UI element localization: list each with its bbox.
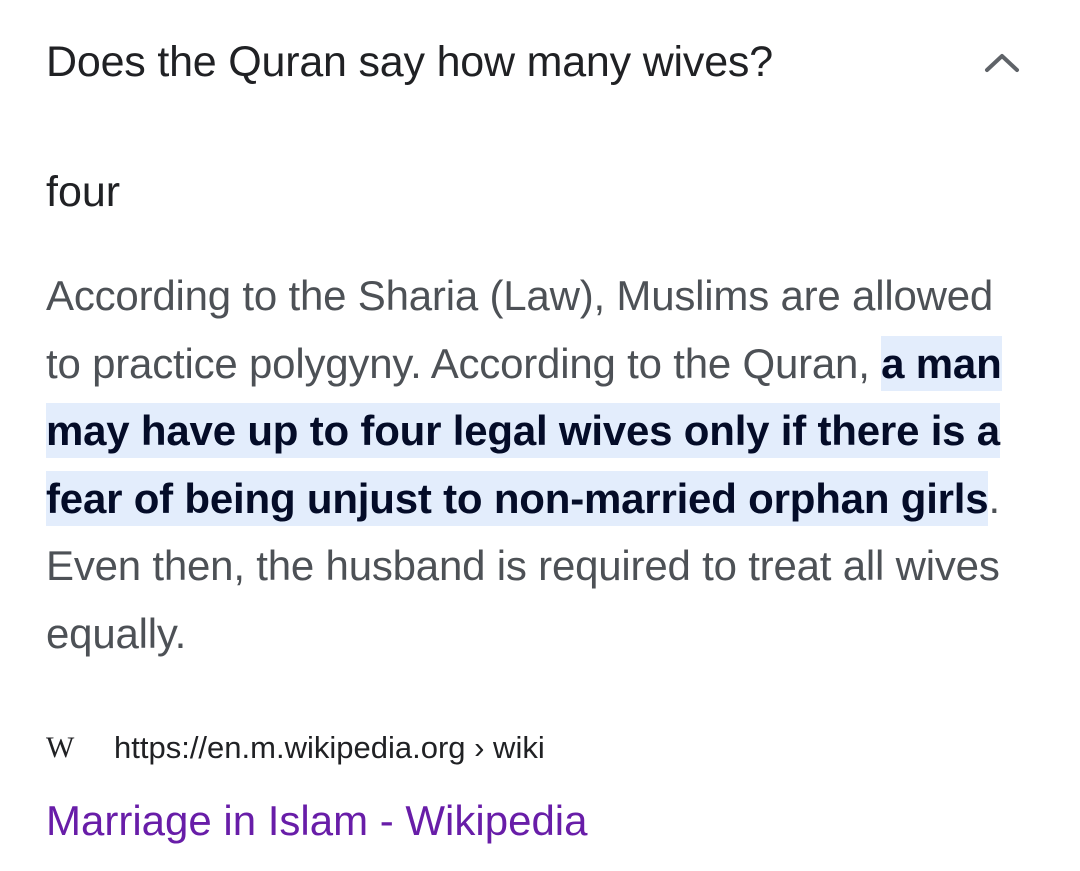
snippet-text-before: According to the Sharia (Law), Muslims a… [46,272,994,387]
source-url[interactable]: https://en.m.wikipedia.org › wiki [114,730,545,766]
answer-snippet: According to the Sharia (Law), Muslims a… [46,262,1021,667]
faq-question-header[interactable]: Does the Quran say how many wives? [46,30,1036,94]
wikipedia-w-icon: W [46,731,74,764]
source-attribution[interactable]: W https://en.m.wikipedia.org › wiki [46,726,545,770]
result-title-link[interactable]: Marriage in Islam - Wikipedia [46,793,588,849]
short-answer: four [46,168,121,216]
chevron-up-icon[interactable] [982,42,1022,82]
faq-question: Does the Quran say how many wives? [46,38,773,86]
